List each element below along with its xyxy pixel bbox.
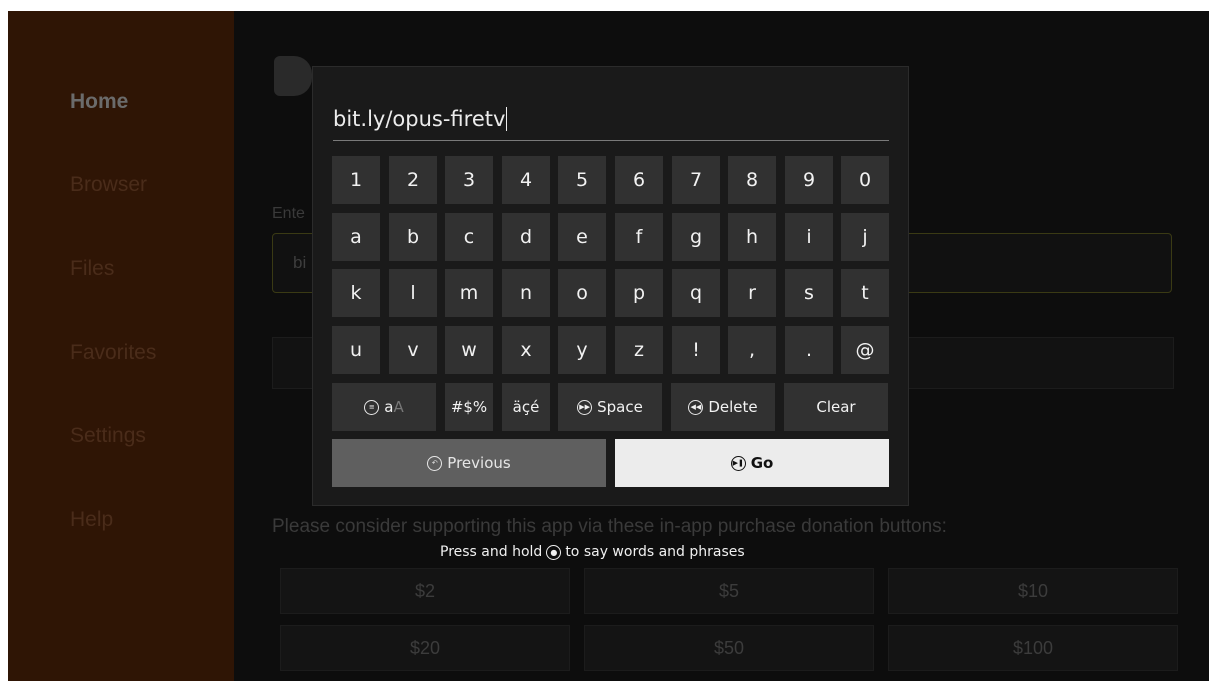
- key-4-2[interactable]: v: [389, 326, 437, 374]
- voice-hint: Press and hold ● to say words and phrase…: [440, 544, 745, 560]
- url-input-value: bi: [293, 253, 307, 272]
- key-2-6[interactable]: f: [615, 213, 663, 261]
- donate-100-button[interactable]: $100: [888, 625, 1178, 671]
- text-caret: [506, 107, 508, 131]
- delete-key[interactable]: ◀◀ Delete: [671, 383, 775, 431]
- key-2-5[interactable]: e: [558, 213, 606, 261]
- keyboard-entry-value: bit.ly/opus-firetv: [333, 107, 506, 131]
- key-1-1[interactable]: 1: [332, 156, 380, 204]
- key-2-9[interactable]: i: [785, 213, 833, 261]
- key-4-8[interactable]: ,: [728, 326, 776, 374]
- sidebar-item-settings[interactable]: Settings: [70, 424, 146, 448]
- key-3-2[interactable]: l: [389, 269, 437, 317]
- sidebar-item-help[interactable]: Help: [70, 508, 113, 532]
- key-1-8[interactable]: 8: [728, 156, 776, 204]
- sidebar-item-home[interactable]: Home: [70, 90, 128, 114]
- fast-forward-icon: ▶▶: [577, 399, 593, 415]
- key-3-8[interactable]: r: [728, 269, 776, 317]
- downloader-logo-icon: [274, 56, 312, 96]
- key-2-8[interactable]: h: [728, 213, 776, 261]
- donation-message: Please consider supporting this app via …: [272, 516, 947, 537]
- voice-hint-before: Press and hold: [440, 544, 543, 560]
- key-1-6[interactable]: 6: [615, 156, 663, 204]
- go-label: Go: [750, 454, 774, 472]
- key-2-7[interactable]: g: [672, 213, 720, 261]
- key-3-7[interactable]: q: [672, 269, 720, 317]
- key-4-10[interactable]: @: [841, 326, 889, 374]
- rewind-icon: ◀◀: [688, 399, 704, 415]
- key-1-2[interactable]: 2: [389, 156, 437, 204]
- key-4-3[interactable]: w: [445, 326, 493, 374]
- donate-2-button[interactable]: $2: [280, 568, 570, 614]
- back-icon: ↶: [427, 455, 443, 471]
- microphone-icon: ●: [546, 544, 562, 560]
- donate-50-button[interactable]: $50: [584, 625, 874, 671]
- key-1-7[interactable]: 7: [672, 156, 720, 204]
- enter-url-label: Ente: [272, 205, 305, 222]
- keyboard-entry-field[interactable]: bit.ly/opus-firetv: [333, 107, 508, 131]
- key-3-5[interactable]: o: [558, 269, 606, 317]
- key-3-3[interactable]: m: [445, 269, 493, 317]
- key-4-7[interactable]: !: [672, 326, 720, 374]
- key-4-4[interactable]: x: [502, 326, 550, 374]
- case-upper-label: A: [393, 398, 404, 416]
- clear-key[interactable]: Clear: [784, 383, 888, 431]
- key-2-1[interactable]: a: [332, 213, 380, 261]
- space-label: Space: [597, 398, 643, 416]
- key-2-10[interactable]: j: [841, 213, 889, 261]
- accents-key[interactable]: äçé: [502, 383, 550, 431]
- donate-10-button[interactable]: $10: [888, 568, 1178, 614]
- previous-button[interactable]: ↶ Previous: [332, 439, 606, 487]
- donate-5-button[interactable]: $5: [584, 568, 874, 614]
- key-3-1[interactable]: k: [332, 269, 380, 317]
- previous-label: Previous: [447, 454, 511, 472]
- onscreen-keyboard: bit.ly/opus-firetv 1234567890 abcdefghij k…: [312, 66, 909, 506]
- key-1-3[interactable]: 3: [445, 156, 493, 204]
- key-3-9[interactable]: s: [785, 269, 833, 317]
- key-3-6[interactable]: p: [615, 269, 663, 317]
- symbols-key[interactable]: #$%: [445, 383, 493, 431]
- case-toggle-key[interactable]: ≡ aA: [332, 383, 436, 431]
- sidebar: Home Browser Files Favorites Settings He…: [8, 11, 234, 681]
- key-2-4[interactable]: d: [502, 213, 550, 261]
- sidebar-item-browser[interactable]: Browser: [70, 173, 147, 197]
- key-2-3[interactable]: c: [445, 213, 493, 261]
- go-button[interactable]: ▶❚ Go: [615, 439, 889, 487]
- voice-hint-after: to say words and phrases: [565, 544, 745, 560]
- space-key[interactable]: ▶▶ Space: [558, 383, 662, 431]
- delete-label: Delete: [708, 398, 758, 416]
- sidebar-item-favorites[interactable]: Favorites: [70, 341, 156, 365]
- key-4-6[interactable]: z: [615, 326, 663, 374]
- key-1-4[interactable]: 4: [502, 156, 550, 204]
- key-4-5[interactable]: y: [558, 326, 606, 374]
- donate-20-button[interactable]: $20: [280, 625, 570, 671]
- key-1-5[interactable]: 5: [558, 156, 606, 204]
- sidebar-item-files[interactable]: Files: [70, 257, 114, 281]
- menu-icon: ≡: [364, 399, 380, 415]
- key-1-10[interactable]: 0: [841, 156, 889, 204]
- key-3-10[interactable]: t: [841, 269, 889, 317]
- entry-underline: [333, 140, 889, 141]
- play-pause-icon: ▶❚: [730, 455, 746, 471]
- key-3-4[interactable]: n: [502, 269, 550, 317]
- key-1-9[interactable]: 9: [785, 156, 833, 204]
- key-4-9[interactable]: .: [785, 326, 833, 374]
- key-2-2[interactable]: b: [389, 213, 437, 261]
- key-4-1[interactable]: u: [332, 326, 380, 374]
